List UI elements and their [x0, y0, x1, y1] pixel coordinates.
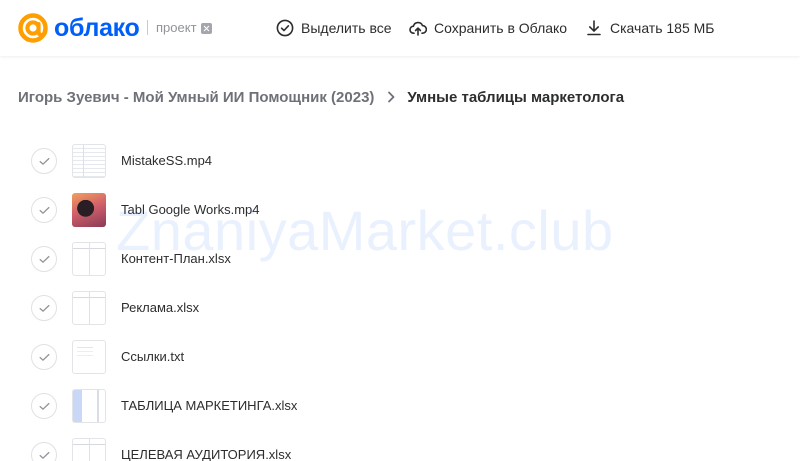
file-checkbox[interactable] [31, 344, 57, 370]
file-checkbox[interactable] [31, 148, 57, 174]
spreadsheet-thumbnail [72, 389, 106, 423]
file-row[interactable]: Реклама.xlsx [0, 283, 800, 332]
download-button[interactable]: Скачать 185 МБ [585, 17, 715, 39]
file-row[interactable]: Ссылки.txt [0, 332, 800, 381]
logo-divider [147, 20, 148, 35]
file-name: Контент-План.xlsx [121, 251, 231, 266]
file-list: MistakeSS.mp4 Tabl Google Works.mp4 Конт… [0, 136, 800, 461]
logo-wordmark: облако [54, 14, 140, 42]
file-name: Реклама.xlsx [121, 300, 200, 315]
top-header: облако проект Выделить все Сохранить в О… [0, 0, 800, 56]
spreadsheet-thumbnail [72, 291, 106, 325]
save-to-cloud-button[interactable]: Сохранить в Облако [409, 17, 567, 39]
cloud-logo[interactable]: облако [17, 12, 140, 44]
chevron-right-icon [388, 91, 395, 103]
file-row[interactable]: MistakeSS.mp4 [0, 136, 800, 185]
file-row[interactable]: Контент-План.xlsx [0, 234, 800, 283]
cloud-upload-icon [409, 21, 427, 36]
breadcrumb: Игорь Зуевич - Мой Умный ИИ Помощник (20… [18, 86, 624, 108]
file-thumbnail [72, 144, 106, 178]
breadcrumb-current-folder: Умные таблицы маркетолога [407, 88, 625, 106]
checkmark-icon [39, 451, 50, 459]
breadcrumb-parent-folder[interactable]: Игорь Зуевич - Мой Умный ИИ Помощник (20… [18, 89, 374, 106]
file-name: ЦЕЛЕВАЯ АУДИТОРИЯ.xlsx [121, 447, 292, 461]
checkmark-icon [39, 353, 50, 361]
file-name: ТАБЛИЦА МАРКЕТИНГА.xlsx [121, 398, 298, 413]
select-all-button[interactable]: Выделить все [276, 17, 392, 39]
check-circle-icon [276, 19, 294, 37]
download-label: Скачать 185 МБ [610, 20, 715, 36]
file-row[interactable]: ЦЕЛЕВАЯ АУДИТОРИЯ.xlsx [0, 430, 800, 461]
file-checkbox[interactable] [31, 197, 57, 223]
save-to-cloud-label: Сохранить в Облако [434, 20, 568, 36]
checkmark-icon [39, 255, 50, 263]
file-checkbox[interactable] [31, 393, 57, 419]
file-name: Ссылки.txt [121, 349, 185, 364]
file-name: MistakeSS.mp4 [121, 153, 213, 168]
checkmark-icon [39, 157, 50, 165]
file-row[interactable]: ТАБЛИЦА МАРКЕТИНГА.xlsx [0, 381, 800, 430]
checkmark-icon [39, 206, 50, 214]
project-label: проект [156, 20, 197, 35]
download-icon [587, 20, 601, 36]
text-file-thumbnail [72, 340, 106, 374]
close-badge-icon [200, 22, 212, 34]
spreadsheet-thumbnail [72, 438, 106, 461]
file-name: Tabl Google Works.mp4 [121, 202, 260, 217]
file-row[interactable]: Tabl Google Works.mp4 [0, 185, 800, 234]
file-checkbox[interactable] [31, 295, 57, 321]
file-checkbox[interactable] [31, 246, 57, 272]
checkmark-icon [39, 304, 50, 312]
at-sign-logo-icon [18, 13, 48, 43]
checkmark-icon [39, 402, 50, 410]
video-thumbnail [72, 193, 106, 227]
file-checkbox[interactable] [31, 442, 57, 461]
project-badge[interactable]: проект [156, 20, 212, 36]
select-all-label: Выделить все [301, 20, 392, 36]
spreadsheet-thumbnail [72, 242, 106, 276]
